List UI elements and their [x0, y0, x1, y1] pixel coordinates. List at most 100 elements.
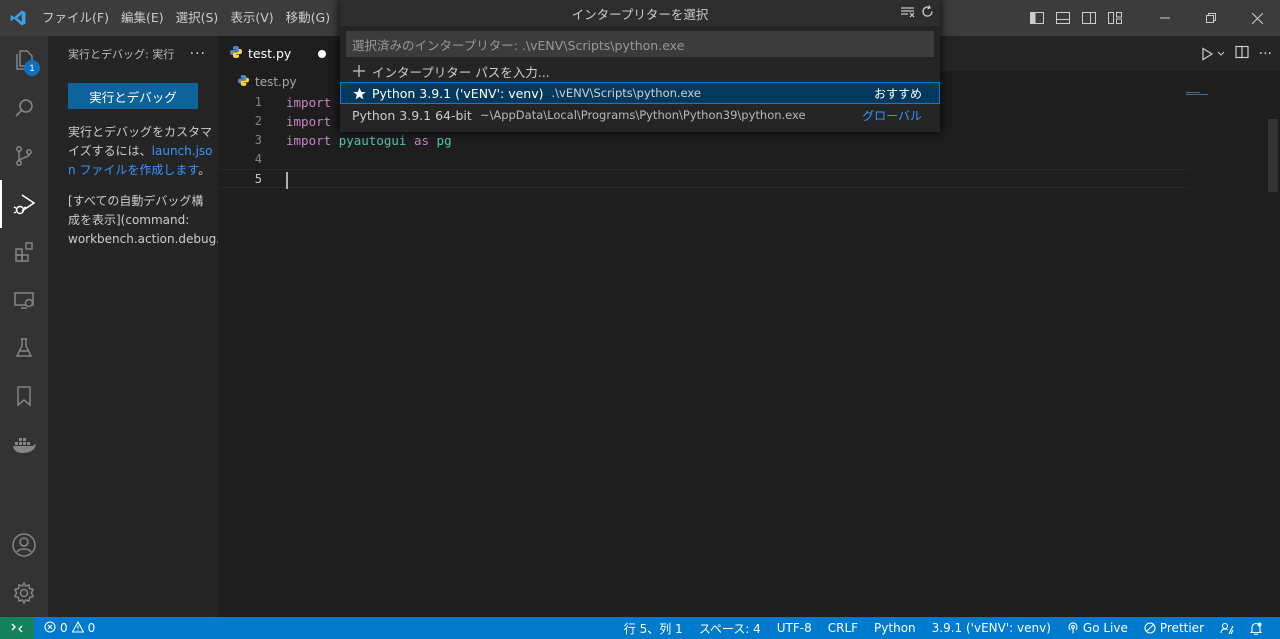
menu-go[interactable]: 移動(G) [280, 0, 336, 36]
run-and-debug-icon[interactable] [0, 180, 48, 228]
code-line-current: 5 [218, 169, 1188, 189]
item-label: Python 3.9.1 ('vENV': venv) [372, 85, 544, 101]
end-of-line[interactable]: CRLF [820, 621, 866, 635]
activity-bar-bottom [0, 521, 48, 617]
explorer-icon[interactable]: 1 [0, 36, 48, 84]
menu-bar: ファイル(F) 編集(E) 選択(S) 表示(V) 移動(G) [36, 0, 336, 36]
minimize-icon[interactable] [1142, 0, 1188, 36]
go-live-label: Go Live [1082, 621, 1128, 635]
interpreter-item-global[interactable]: Python 3.9.1 64-bit ~\AppData\Local\Prog… [340, 104, 940, 126]
plus-icon [352, 65, 366, 77]
breadcrumb-file[interactable]: test.py [255, 75, 297, 89]
menu-file[interactable]: ファイル(F) [36, 0, 115, 36]
editor-more-actions-icon[interactable]: ··· [1259, 46, 1272, 62]
customize-debug-text: 実行とデバッグをカスタマイズするには、launch.json ファイルを作成しま… [68, 123, 218, 180]
indentation[interactable]: スペース: 4 [691, 620, 769, 637]
customize-layout-icon[interactable] [1102, 0, 1128, 36]
quick-pick-actions [901, 0, 934, 26]
refresh-icon[interactable] [921, 5, 934, 21]
keyword-import: import [286, 133, 332, 148]
docker-icon[interactable] [0, 420, 48, 468]
split-editor-icon[interactable] [1235, 45, 1249, 62]
warning-icon [71, 620, 85, 636]
editor-actions: ··· [1200, 36, 1272, 71]
text-cursor [286, 172, 288, 189]
scrollbar-thumb[interactable] [1268, 119, 1278, 192]
menu-view[interactable]: 表示(V) [224, 0, 279, 36]
filter-clear-icon[interactable] [901, 6, 915, 21]
run-python-file-icon[interactable] [1200, 46, 1225, 61]
keyword-as: as [413, 133, 430, 148]
vscode-logo-icon [0, 0, 36, 36]
restore-icon[interactable] [1188, 0, 1234, 36]
module-alias: pg [436, 133, 452, 148]
prettier-button[interactable]: Prettier [1136, 621, 1212, 635]
line-number: 2 [254, 114, 262, 128]
minimap[interactable] [1186, 92, 1266, 98]
accounts-icon[interactable] [0, 521, 48, 569]
more-actions-icon[interactable]: ··· [190, 46, 206, 62]
run-debug-sidebar: 実行とデバッグ: 実行 ··· 実行とデバッグ 実行とデバッグをカスタマイズする… [48, 36, 218, 617]
remote-explorer-icon[interactable] [0, 276, 48, 324]
bookmarks-icon[interactable] [0, 372, 48, 420]
run-and-debug-button[interactable]: 実行とデバッグ [68, 83, 198, 109]
tab-label: test.py [248, 46, 292, 61]
close-icon[interactable] [1234, 0, 1280, 36]
toggle-secondary-sidebar-icon[interactable] [1076, 0, 1102, 36]
unsaved-dot-icon[interactable] [318, 50, 326, 58]
tab-test-py[interactable]: test.py [218, 36, 340, 71]
quick-pick-title-text: インタープリターを選択 [571, 6, 709, 22]
testing-icon[interactable] [0, 324, 48, 372]
encoding[interactable]: UTF-8 [769, 621, 820, 635]
keyword-import: import [286, 95, 332, 110]
menu-edit[interactable]: 編集(E) [115, 0, 170, 36]
sidebar-title: 実行とデバッグ: 実行 [68, 47, 175, 61]
remote-indicator-icon[interactable] [0, 617, 34, 639]
line-number: 3 [254, 133, 262, 147]
language-mode[interactable]: Python [866, 621, 924, 635]
quick-pick-list: インタープリター パスを入力... Python 3.9.1 ('vENV': … [340, 60, 940, 126]
error-count: 0 [60, 621, 68, 635]
item-path: ~\AppData\Local\Programs\Python\Python39… [479, 108, 806, 122]
problems-indicator[interactable]: 0 0 [34, 620, 95, 636]
vertical-scrollbar[interactable] [1266, 71, 1280, 617]
activity-bar: 1 [0, 36, 48, 617]
customize-text-suffix: 。 [198, 163, 211, 177]
recommended-label: おすすめ [873, 86, 922, 101]
item-label: インタープリター パスを入力... [372, 64, 550, 80]
interpreter-item-venv[interactable]: Python 3.9.1 ('vENV': venv) .\vENV\Scrip… [340, 82, 940, 104]
cursor-position[interactable]: 行 5、列 1 [616, 620, 691, 637]
line-number: 4 [254, 152, 262, 166]
toggle-panel-icon[interactable] [1050, 0, 1076, 36]
go-live-button[interactable]: Go Live [1059, 621, 1136, 635]
feedback-icon[interactable] [1212, 622, 1242, 635]
prettier-label: Prettier [1159, 621, 1204, 635]
sidebar-header: 実行とデバッグ: 実行 ··· [48, 36, 218, 71]
python-interpreter[interactable]: 3.9.1 ('vENV': venv) [924, 621, 1059, 635]
show-all-configs-line-3: workbench.action.debug.s [68, 232, 218, 246]
module-name: pyautogui [338, 133, 407, 148]
toggle-primary-sidebar-icon[interactable] [1024, 0, 1050, 36]
extensions-icon[interactable] [0, 228, 48, 276]
item-path: .\vENV\Scripts\python.exe [551, 86, 701, 100]
keyword-import: import [286, 114, 332, 129]
interpreter-quick-pick: インタープリターを選択 選択済みのインタープリター: .\vENV\Script… [340, 0, 940, 132]
python-file-icon [230, 46, 242, 61]
menu-selection[interactable]: 選択(S) [170, 0, 225, 36]
global-label: グローバル [862, 108, 922, 123]
quick-pick-title: インタープリターを選択 [340, 0, 940, 26]
source-control-icon[interactable] [0, 132, 48, 180]
show-all-configs-text: [すべての自動デバッグ構 成を表示](command: workbench.ac… [68, 192, 218, 249]
window-controls [1024, 0, 1280, 36]
prettier-disabled-icon [1144, 622, 1156, 634]
interpreter-search-input[interactable]: 選択済みのインタープリター: .\vENV\Scripts\python.exe [346, 31, 934, 57]
breadcrumb-python-icon [238, 75, 249, 89]
status-bar: 0 0 行 5、列 1 スペース: 4 UTF-8 CRLF Python 3.… [0, 617, 1280, 639]
manage-gear-icon[interactable] [0, 569, 48, 617]
broadcast-icon [1068, 622, 1078, 634]
item-label: Python 3.9.1 64-bit [352, 107, 472, 123]
search-icon[interactable] [0, 84, 48, 132]
code-line: 3 import pyautogui as pg [218, 131, 1198, 150]
notifications-bell-icon[interactable] [1242, 621, 1270, 635]
enter-interpreter-path-item[interactable]: インタープリター パスを入力... [340, 60, 940, 82]
